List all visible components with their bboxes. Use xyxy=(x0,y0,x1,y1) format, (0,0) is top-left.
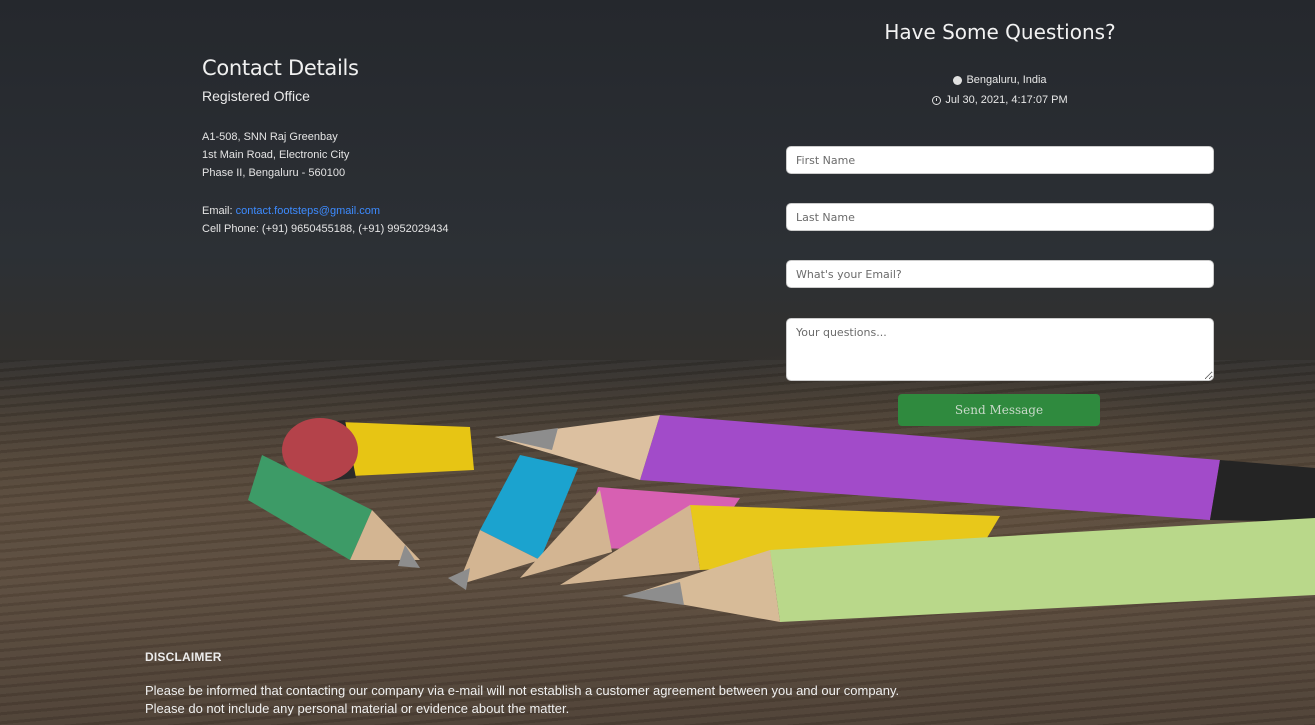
location-time-block: Bengaluru, India Jul 30, 2021, 4:17:07 P… xyxy=(786,70,1214,110)
disclaimer-title: DISCLAIMER xyxy=(145,650,222,664)
yellow-pencil-image xyxy=(282,418,474,483)
location-row: Bengaluru, India xyxy=(786,70,1214,90)
disclaimer-line-2: Please do not include any personal mater… xyxy=(145,701,570,716)
address-line-3: Phase II, Bengaluru - 560100 xyxy=(202,167,346,179)
datetime-row: Jul 30, 2021, 4:17:07 PM xyxy=(786,90,1214,110)
clock-icon xyxy=(932,95,942,105)
disclaimer-line-1: Please be informed that contacting our c… xyxy=(145,683,900,698)
questions-textarea[interactable] xyxy=(786,318,1214,381)
contact-details-title: Contact Details xyxy=(202,56,359,80)
disclaimer-text: Please be informed that contacting our c… xyxy=(145,682,1145,718)
datetime-text: Jul 30, 2021, 4:17:07 PM xyxy=(945,94,1068,106)
location-text: Bengaluru, India xyxy=(966,74,1047,86)
email-row: Email: contact.footsteps@gmail.com xyxy=(202,202,622,220)
disclaimer-section: DISCLAIMER Please be informed that conta… xyxy=(145,650,1145,718)
address-line-1: A1-508, SNN Raj Greenbay xyxy=(202,131,338,143)
address-line-2: 1st Main Road, Electronic City xyxy=(202,149,350,161)
email-label: Email: xyxy=(202,205,236,217)
phone-row: Cell Phone: (+91) 9650455188, (+91) 9952… xyxy=(202,223,449,235)
first-name-input[interactable] xyxy=(786,146,1214,174)
registered-office-subtitle: Registered Office xyxy=(202,88,310,104)
last-name-input[interactable] xyxy=(786,203,1214,231)
blue-pencil-image xyxy=(448,455,578,590)
send-message-button[interactable]: Send Message xyxy=(898,394,1100,426)
contact-details-section: Contact Details Registered Office A1-508… xyxy=(202,56,622,238)
questions-title: Have Some Questions? xyxy=(884,20,1116,44)
globe-icon xyxy=(953,75,963,85)
email-link[interactable]: contact.footsteps@gmail.com xyxy=(236,205,380,217)
contact-info-block: Email: contact.footsteps@gmail.com Cell … xyxy=(202,202,622,238)
address-block: A1-508, SNN Raj Greenbay 1st Main Road, … xyxy=(202,128,622,182)
email-input[interactable] xyxy=(786,260,1214,288)
